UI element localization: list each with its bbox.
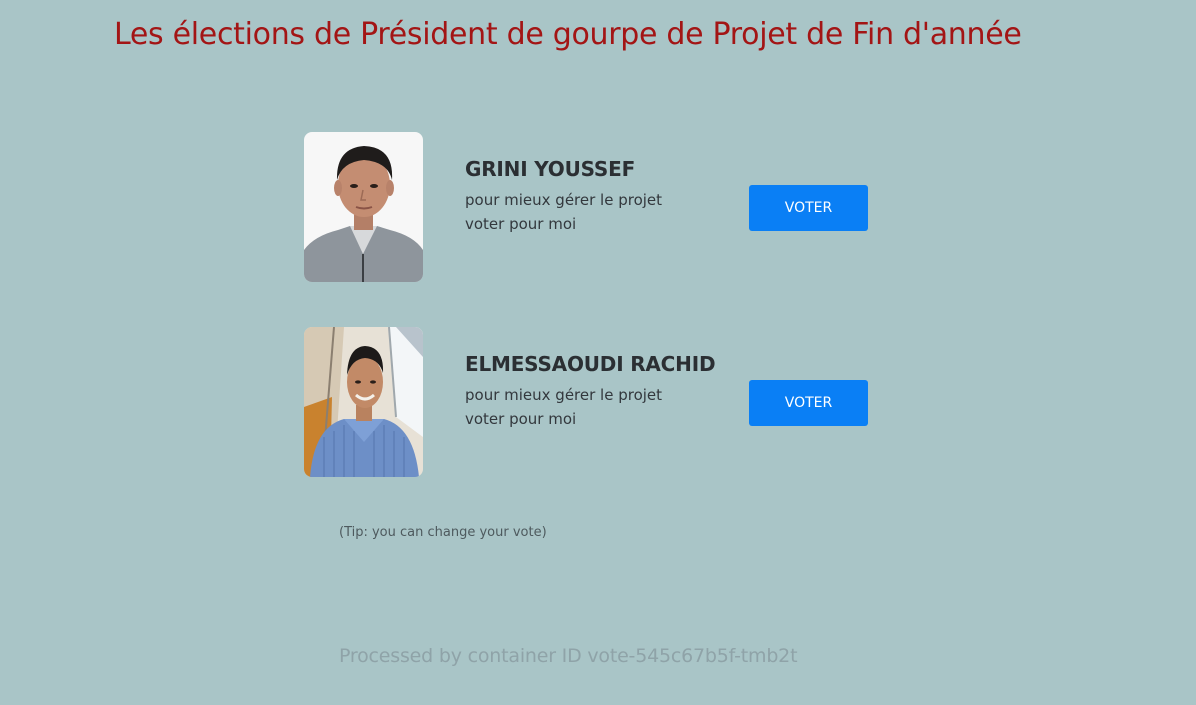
candidate-photo-1 — [304, 132, 423, 282]
page-title: Les élections de Président de gourpe de … — [114, 17, 1022, 52]
candidate-name: ELMESSAOUDI RACHID — [465, 352, 716, 376]
candidate-photo-2 — [304, 327, 423, 477]
candidate-description-line: pour mieux gérer le projet — [465, 386, 663, 404]
vote-button-candidate-2[interactable]: VOTER — [749, 380, 868, 426]
tip-text: (Tip: you can change your vote) — [339, 525, 547, 540]
candidate-description-line: voter pour moi — [465, 215, 577, 233]
candidate-card-1: GRINI YOUSSEF pour mieux gérer le projet… — [304, 132, 884, 282]
candidate-card-2: ELMESSAOUDI RACHID pour mieux gérer le p… — [304, 327, 884, 477]
candidate-description-line: voter pour moi — [465, 410, 577, 428]
container-id-footer: Processed by container ID vote-545c67b5f… — [339, 645, 798, 667]
candidate-description-line: pour mieux gérer le projet — [465, 191, 663, 209]
vote-button-candidate-1[interactable]: VOTER — [749, 185, 868, 231]
candidate-name: GRINI YOUSSEF — [465, 157, 636, 181]
